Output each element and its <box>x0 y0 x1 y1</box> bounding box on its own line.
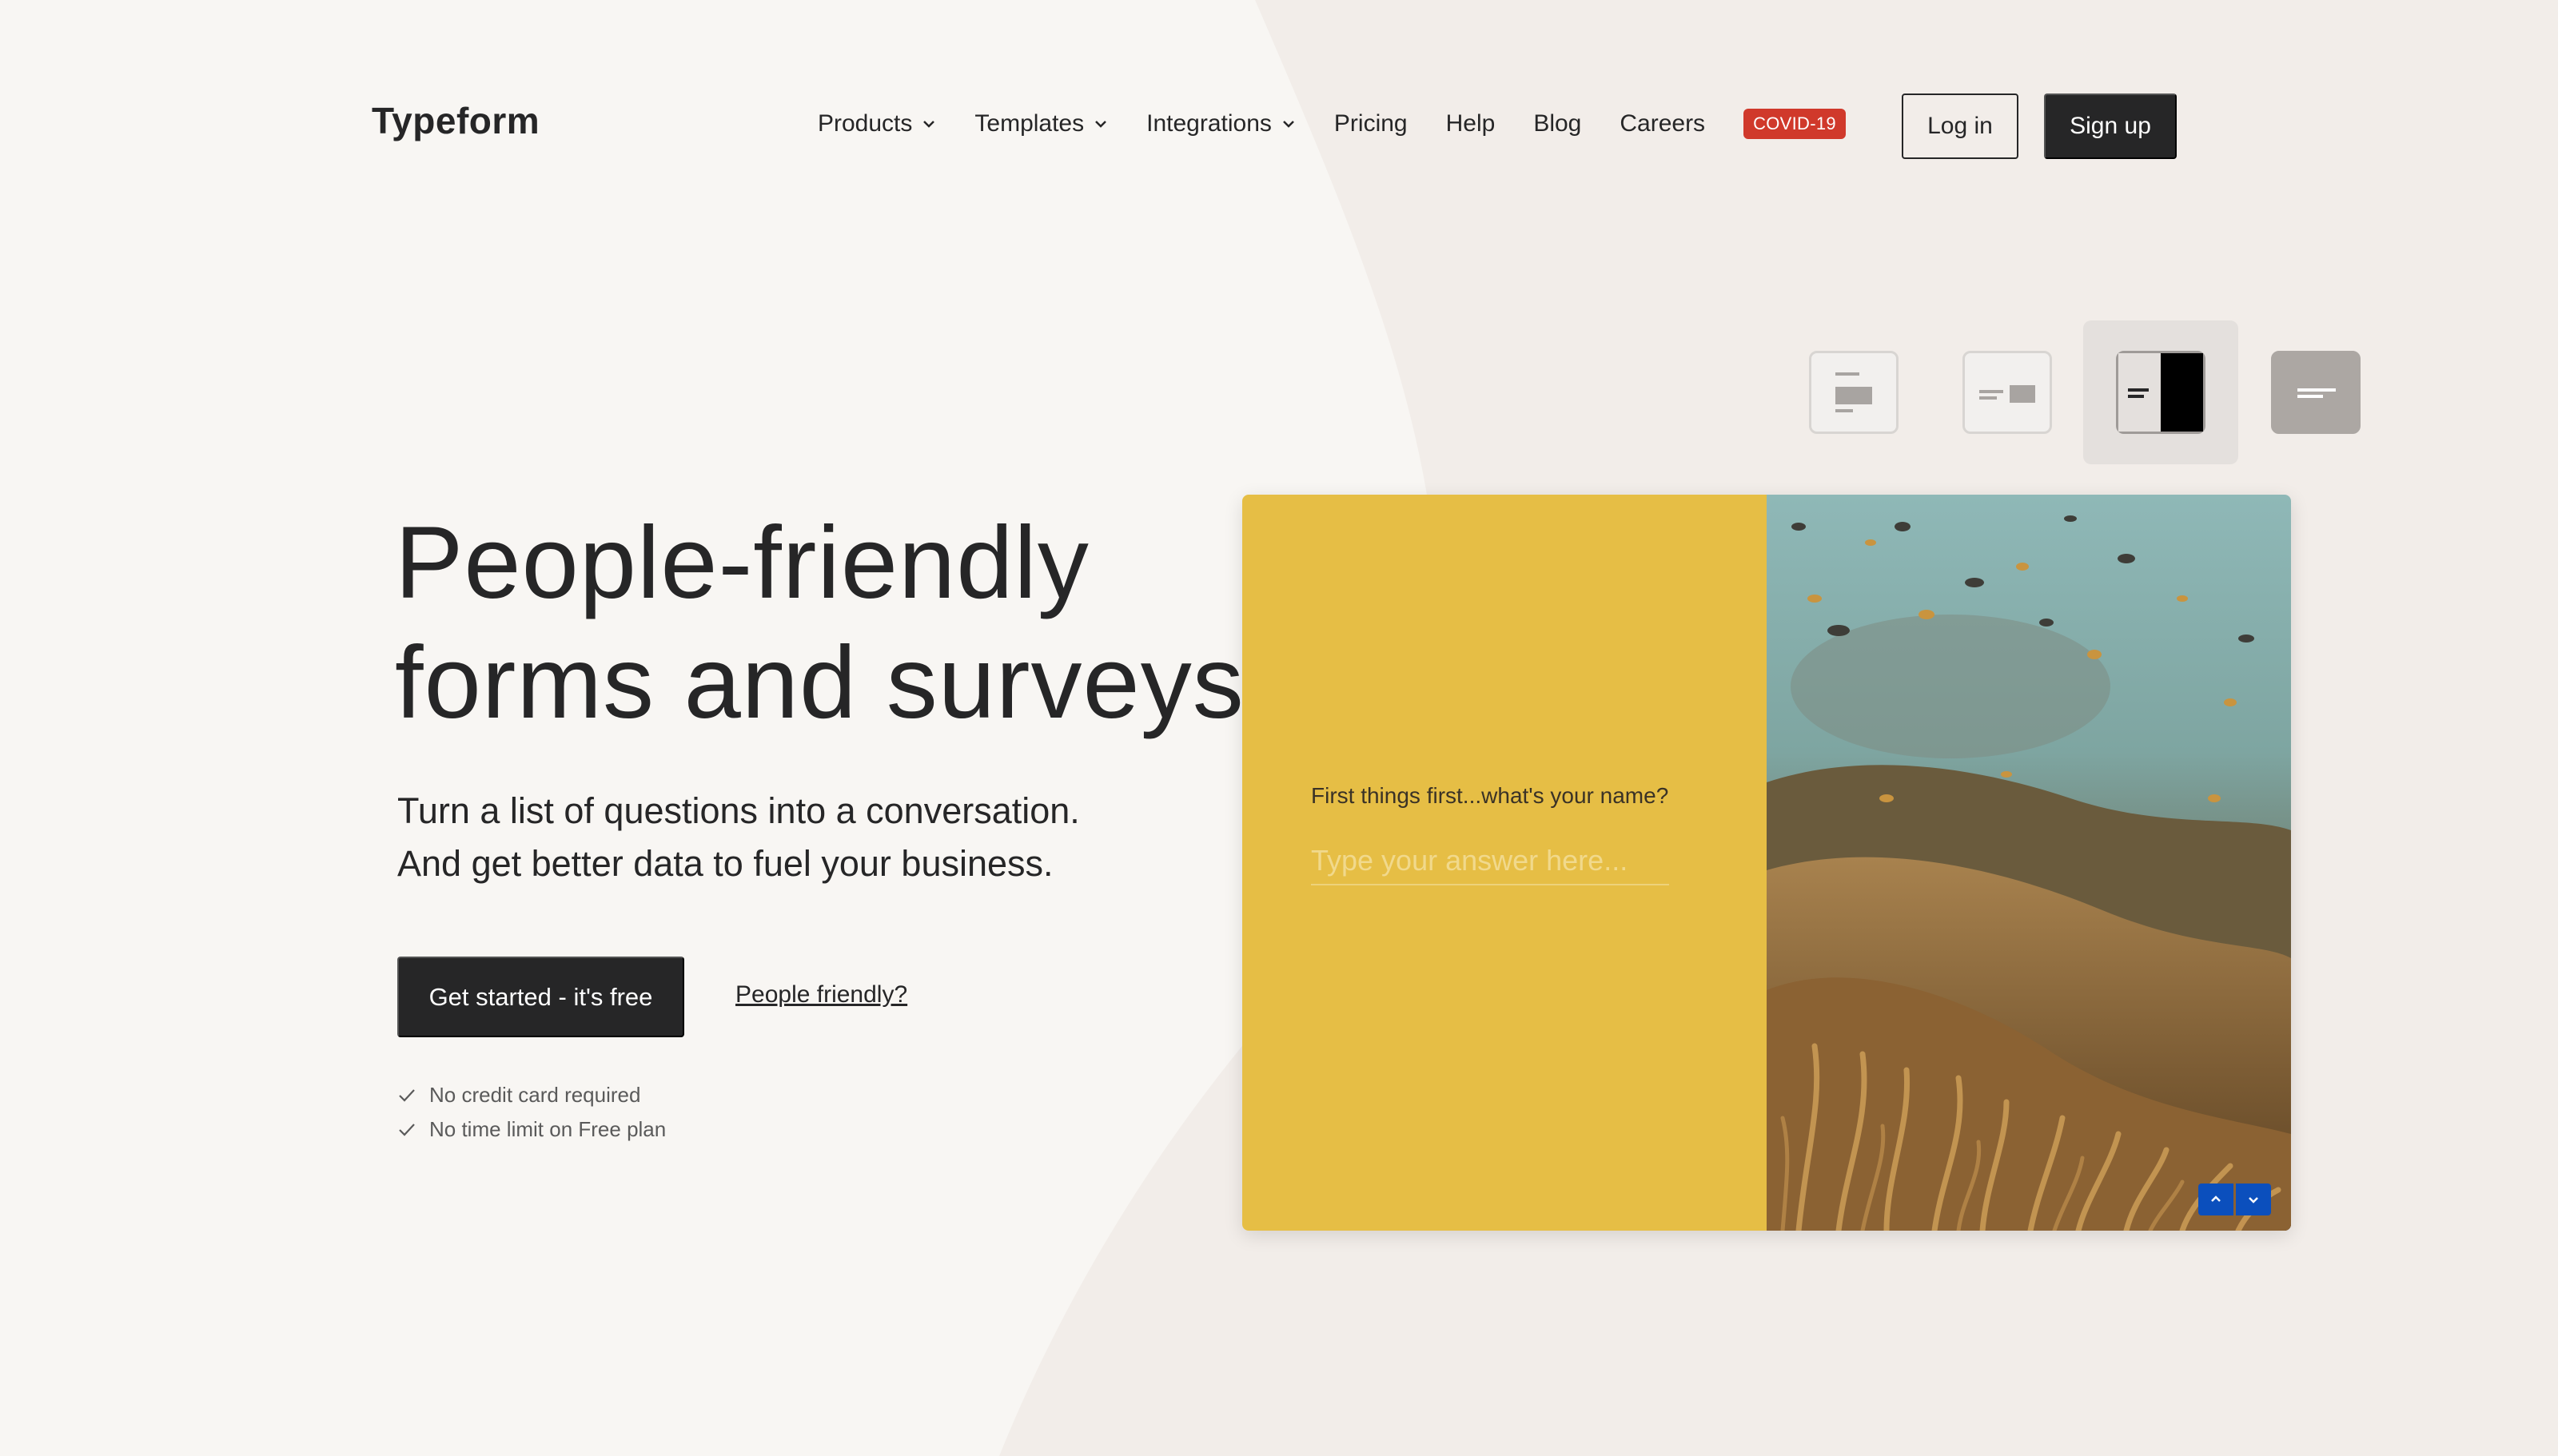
page: Typeform Products Templates Integrations… <box>0 0 2558 1456</box>
benefit-list: No credit card required No time limit on… <box>397 1078 666 1147</box>
layout-option-float[interactable] <box>2271 351 2361 434</box>
form-navigation <box>2198 1183 2271 1215</box>
coral-reef-illustration <box>1767 495 2291 1231</box>
login-button[interactable]: Log in <box>1902 93 2018 159</box>
chevron-down-icon <box>1283 121 1294 128</box>
nav-item-label: Blog <box>1533 110 1582 137</box>
nav-item-label: Integrations <box>1146 110 1272 137</box>
form-preview: First things first...what's your name? T… <box>1242 495 2291 1231</box>
benefit-label: No time limit on Free plan <box>429 1117 667 1141</box>
nav-item-label: Pricing <box>1333 110 1408 137</box>
form-question: First things first...what's your name? <box>1311 783 1669 808</box>
nav-item-integrations[interactable]: Integrations <box>1146 110 1296 137</box>
chevron-down-icon <box>923 121 935 128</box>
nav-item-pricing[interactable]: Pricing <box>1334 110 1408 137</box>
nav-item-products[interactable]: Products <box>818 110 936 137</box>
layout-option-stack[interactable] <box>1809 351 1899 434</box>
chevron-up-icon <box>2211 1195 2221 1202</box>
hero-subtitle: Turn a list of questions into a conversa… <box>397 785 1080 890</box>
typeform-logo[interactable]: Typeform <box>372 99 540 142</box>
covid-badge[interactable]: COVID-19 <box>1743 109 1846 139</box>
list-item: No credit card required <box>397 1078 666 1112</box>
check-icon <box>399 1123 415 1136</box>
nav-item-blog[interactable]: Blog <box>1533 110 1581 137</box>
nav-item-help[interactable]: Help <box>1446 110 1496 137</box>
people-friendly-link[interactable]: People friendly? <box>735 981 907 1008</box>
layout-option-split-half[interactable] <box>2116 351 2205 434</box>
nav-item-careers[interactable]: Careers <box>1620 110 1705 137</box>
signup-button[interactable]: Sign up <box>2044 93 2177 159</box>
hero-title-line: forms and surveys <box>395 626 1245 740</box>
check-icon <box>399 1088 415 1102</box>
split-half-icon <box>2118 353 2203 432</box>
chevron-down-icon <box>1095 121 1107 128</box>
nav-item-label: Templates <box>974 110 1085 137</box>
form-question-panel: First things first...what's your name? T… <box>1242 495 1767 1231</box>
nav-item-label: Careers <box>1620 110 1706 137</box>
coral-reef-image <box>1767 495 2291 1231</box>
hero-subtitle-line: Turn a list of questions into a conversa… <box>397 790 1080 831</box>
split-small-image-icon <box>1979 385 2035 403</box>
layout-option-split-small[interactable] <box>1962 351 2052 434</box>
list-item: No time limit on Free plan <box>397 1112 666 1147</box>
hero-title-line: People-friendly <box>395 506 1090 620</box>
stack-layout-icon <box>1835 372 1872 412</box>
previous-question-button[interactable] <box>2198 1183 2233 1215</box>
chevron-down-icon <box>2249 1197 2258 1203</box>
hero-subtitle-line: And get better data to fuel your busines… <box>397 843 1054 884</box>
form-answer-input[interactable]: Type your answer here... <box>1311 844 1669 885</box>
next-question-button[interactable] <box>2236 1183 2271 1215</box>
main-nav: Products Templates Integrations Pricing … <box>818 109 1846 139</box>
get-started-button[interactable]: Get started - it's free <box>397 957 684 1037</box>
nav-item-label: Products <box>818 110 913 137</box>
nav-item-templates[interactable]: Templates <box>974 110 1108 137</box>
nav-item-label: Help <box>1445 110 1496 137</box>
float-left-icon <box>2297 388 2336 398</box>
hero-title: People-friendly forms and surveys <box>395 503 1245 743</box>
benefit-label: No credit card required <box>429 1083 641 1107</box>
